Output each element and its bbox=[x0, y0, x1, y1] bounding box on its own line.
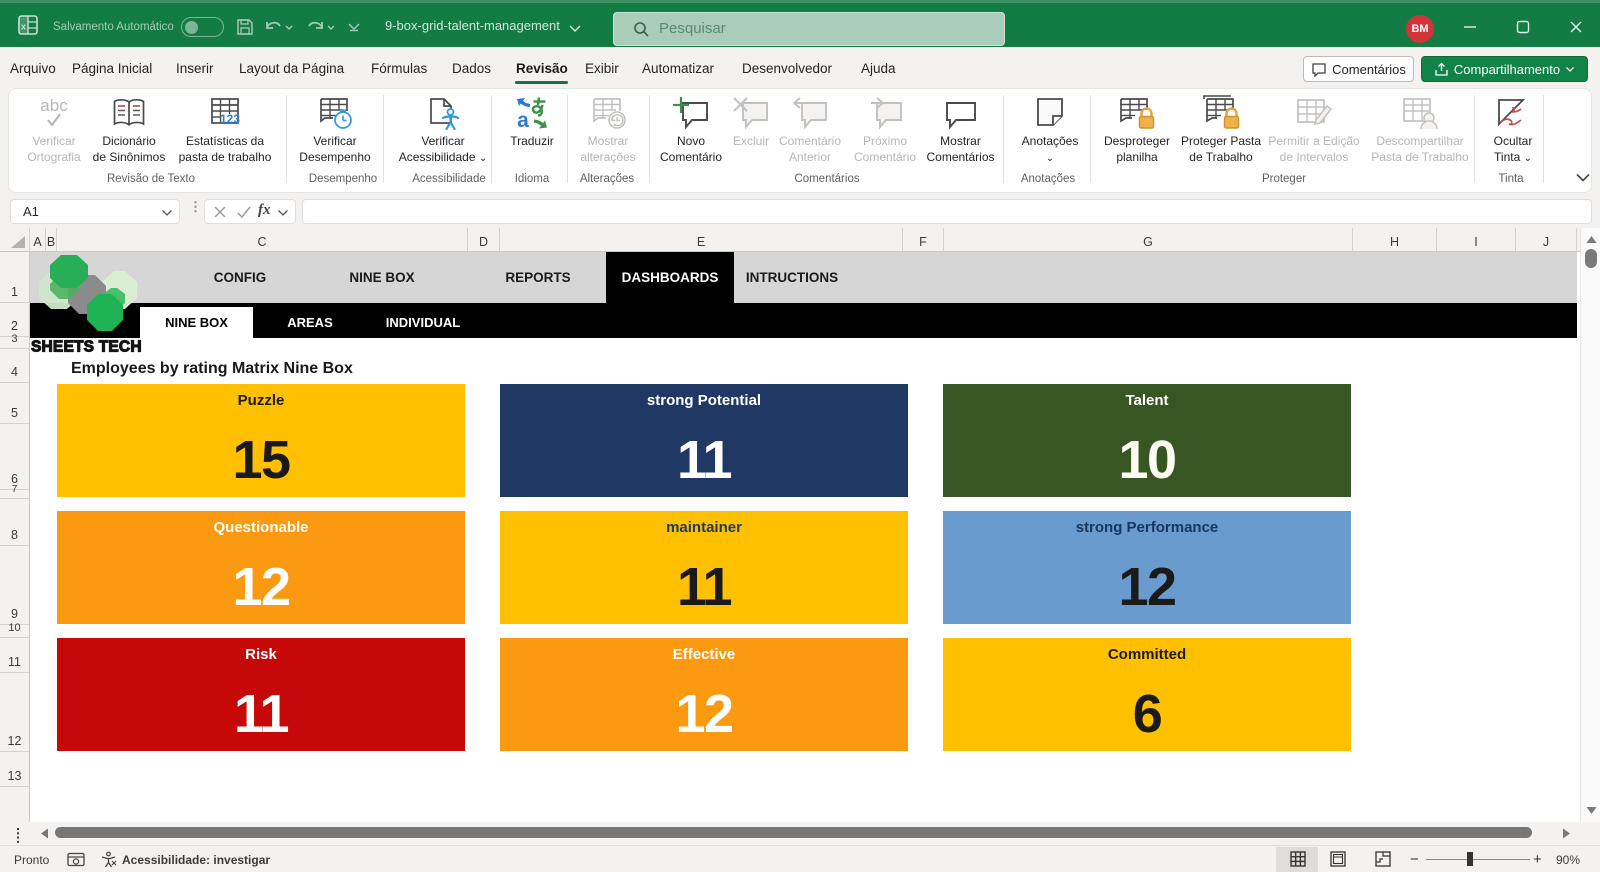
svg-text:abc: abc bbox=[40, 96, 68, 115]
svg-text:123: 123 bbox=[220, 112, 240, 126]
svg-text:x: x bbox=[21, 22, 26, 32]
svg-text:a: a bbox=[517, 109, 529, 130]
